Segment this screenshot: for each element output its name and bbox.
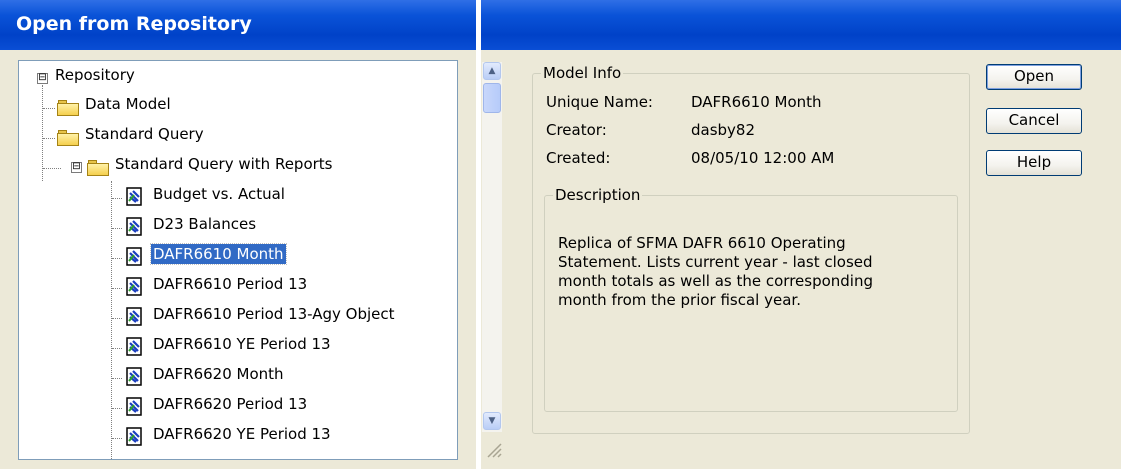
created-value: 08/05/10 12:00 AM bbox=[691, 149, 835, 167]
help-button[interactable]: Help bbox=[986, 150, 1082, 176]
tree-report-item[interactable]: DAFR6610 Period 13 bbox=[151, 274, 309, 294]
tree-guide-line bbox=[112, 438, 122, 439]
creator-label: Creator: bbox=[546, 121, 607, 139]
tree-report-item[interactable]: DAFR6620 Period 13 bbox=[151, 394, 309, 414]
tree-guide-line bbox=[43, 168, 61, 169]
report-icon bbox=[126, 187, 142, 206]
report-icon bbox=[126, 307, 142, 326]
tree-report-item[interactable]: DAFR6610 YE Period 13 bbox=[151, 334, 333, 354]
tree-report-item[interactable]: D23 Balances bbox=[151, 214, 258, 234]
tree-guide-line bbox=[43, 108, 55, 109]
tree-guide-line bbox=[43, 138, 55, 139]
chevron-down-icon: ▼ bbox=[488, 416, 496, 426]
collapse-folder-toggle[interactable]: ⊟ bbox=[71, 162, 82, 173]
cancel-button[interactable]: Cancel bbox=[986, 108, 1082, 134]
tree-report-item[interactable]: Budget vs. Actual bbox=[151, 184, 287, 204]
scroll-thumb[interactable] bbox=[483, 83, 501, 113]
collapse-repository-toggle[interactable]: ⊟ bbox=[37, 73, 48, 84]
report-icon bbox=[126, 427, 142, 446]
report-icon bbox=[126, 337, 142, 356]
report-icon bbox=[126, 397, 142, 416]
folder-icon bbox=[57, 130, 79, 146]
scroll-up-button[interactable]: ▲ bbox=[483, 62, 501, 80]
tree-folder-data-model[interactable]: Data Model bbox=[83, 94, 173, 114]
report-icon bbox=[126, 277, 142, 296]
tree-report-item[interactable]: DAFR6610 Period 13-Agy Object bbox=[151, 304, 397, 324]
tree-report-item[interactable]: DAFR6620 YE Period 13 bbox=[151, 424, 333, 444]
description-legend: Description bbox=[555, 186, 641, 204]
folder-icon bbox=[87, 160, 109, 176]
tree-report-item-selected[interactable]: DAFR6610 Month bbox=[150, 243, 287, 265]
tree-folder-standard-query[interactable]: Standard Query bbox=[83, 124, 206, 144]
tree-guide-line bbox=[112, 378, 122, 379]
description-text: Replica of SFMA DAFR 6610 Operating Stat… bbox=[558, 234, 873, 309]
window-title-bar[interactable]: Open from Repository bbox=[0, 0, 476, 50]
repository-tree[interactable]: ⊟ Repository Data Model Standard Query ⊟… bbox=[18, 60, 458, 460]
tree-guide-line bbox=[112, 288, 122, 289]
report-icon bbox=[126, 367, 142, 386]
resize-grip-icon[interactable] bbox=[484, 440, 502, 458]
report-icon bbox=[126, 247, 142, 266]
tree-scrollbar[interactable]: ▲ ▼ bbox=[482, 62, 502, 432]
tree-guide-line bbox=[111, 181, 112, 459]
tree-guide-line bbox=[112, 318, 122, 319]
tree-folder-standard-query-with-reports[interactable]: Standard Query with Reports bbox=[113, 154, 335, 174]
tree-report-item[interactable]: DAFR6620 Month bbox=[151, 364, 286, 384]
creator-value: dasby82 bbox=[691, 121, 756, 139]
tree-guide-line bbox=[112, 348, 122, 349]
chevron-up-icon: ▲ bbox=[488, 66, 496, 76]
created-label: Created: bbox=[546, 149, 611, 167]
window-title-bar-right[interactable] bbox=[481, 0, 1121, 50]
open-button[interactable]: Open bbox=[986, 64, 1082, 90]
report-icon bbox=[126, 217, 142, 236]
tree-guide-line bbox=[112, 258, 122, 259]
folder-icon bbox=[57, 100, 79, 116]
model-info-legend: Model Info bbox=[543, 64, 622, 82]
tree-guide-line bbox=[112, 198, 122, 199]
tree-root-label[interactable]: Repository bbox=[53, 65, 137, 85]
window-title: Open from Repository bbox=[16, 13, 252, 35]
tree-guide-line bbox=[112, 228, 122, 229]
tree-guide-line bbox=[112, 408, 122, 409]
unique-name-label: Unique Name: bbox=[546, 93, 653, 111]
tree-guide-line bbox=[42, 85, 43, 181]
unique-name-value: DAFR6610 Month bbox=[691, 93, 822, 111]
scroll-down-button[interactable]: ▼ bbox=[483, 412, 501, 430]
